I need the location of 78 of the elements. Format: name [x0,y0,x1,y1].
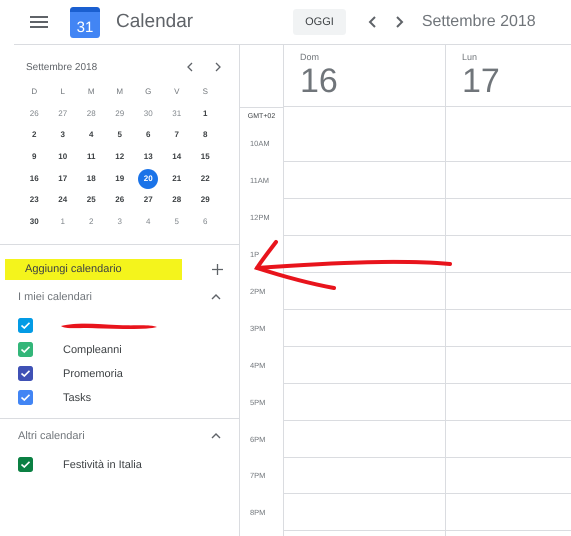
app-title: Calendar [116,11,194,33]
plus-icon[interactable] [212,264,223,275]
day-cell[interactable]: 23 [24,190,44,210]
weekday-label: S [202,87,209,96]
day-cell[interactable]: 8 [195,125,216,146]
section-title: I miei calendari [18,290,92,303]
weekday-label: L [60,87,66,96]
day-cell[interactable]: 15 [195,146,216,167]
chevron-icon[interactable] [211,294,221,300]
day-cell[interactable]: 31 [166,104,187,124]
section-title: Altri calendari [18,430,85,442]
day-cell[interactable]: 1 [195,104,216,124]
day-cell[interactable]: 4 [138,212,158,232]
day-cell[interactable]: 5 [166,212,187,232]
day-cell[interactable]: 3 [110,212,130,232]
next-icon[interactable] [215,62,221,72]
day-cell[interactable]: 14 [166,146,187,167]
calendar-name: Festività in Italia [63,458,142,471]
day-cell[interactable]: 28 [81,104,102,124]
day-cell[interactable]: 26 [110,190,130,210]
period-title: Settembre 2018 [422,13,536,31]
day-cell[interactable]: 29 [110,104,130,124]
day-cell[interactable]: 19 [110,168,130,189]
day-cell[interactable]: 10 [52,146,73,167]
day-cell[interactable]: 27 [52,104,73,124]
checkbox[interactable] [18,366,33,382]
day-cell[interactable]: 30 [138,104,158,124]
weekday-label: M [115,87,124,96]
calendar-logo: 31 [70,6,100,38]
day-cell[interactable]: 5 [110,125,130,146]
day-cell[interactable]: 4 [81,125,102,146]
add-calendar-field[interactable]: Aggiungi calendario [5,258,182,280]
day-cell[interactable]: 3 [52,125,73,146]
day-cell[interactable]: 11 [81,146,102,167]
day-cell[interactable]: 21 [166,168,187,189]
weekday-label: V [173,87,180,96]
day-cell[interactable]: 9 [24,146,44,167]
checkbox[interactable] [18,318,33,334]
weekday-label: M [86,87,96,96]
day-number[interactable]: 17 [462,62,500,100]
checkbox[interactable] [18,390,33,406]
day-cell[interactable]: 28 [166,190,187,210]
day-cell[interactable]: 24 [52,190,73,210]
next-icon[interactable] [396,16,404,28]
month-title: Settembre 2018 [26,62,98,72]
day-cell[interactable]: 16 [24,168,44,189]
day-cell[interactable]: 2 [81,212,102,232]
weekday-label: D [30,87,38,96]
weekday-name: Dom [300,52,320,62]
day-cell[interactable]: 26 [24,104,44,124]
day-cell[interactable]: 17 [52,168,73,189]
calendar-name: Promemoria [63,368,123,380]
menu-icon[interactable] [30,16,48,28]
previous-icon[interactable] [187,62,193,72]
weekday-name: Lun [462,52,478,62]
day-cell[interactable]: 6 [138,125,158,146]
day-cell[interactable]: 20 [138,168,158,189]
day-cell[interactable]: 2 [24,125,44,146]
previous-icon[interactable] [368,16,376,28]
day-cell[interactable]: 27 [138,190,158,210]
day-cell[interactable]: 7 [166,125,187,146]
checkbox[interactable] [18,457,33,472]
day-cell[interactable]: 18 [81,168,102,189]
day-cell[interactable]: 6 [195,212,216,232]
day-cell[interactable]: 22 [195,168,216,189]
calendar-name: Compleanni [63,344,122,356]
day-cell[interactable]: 30 [24,212,44,232]
day-cell[interactable]: 25 [81,190,102,210]
chevron-icon[interactable] [211,432,221,439]
day-cell[interactable]: 1 [52,212,73,232]
day-cell[interactable]: 29 [195,190,216,210]
day-number[interactable]: 16 [300,62,338,100]
weekday-label: G [144,87,152,96]
calendar-name: Tasks [63,392,92,404]
checkbox[interactable] [18,342,33,358]
day-cell[interactable]: 13 [138,146,158,167]
day-cell[interactable]: 12 [110,146,130,167]
today-button[interactable]: OGGI [293,9,346,35]
